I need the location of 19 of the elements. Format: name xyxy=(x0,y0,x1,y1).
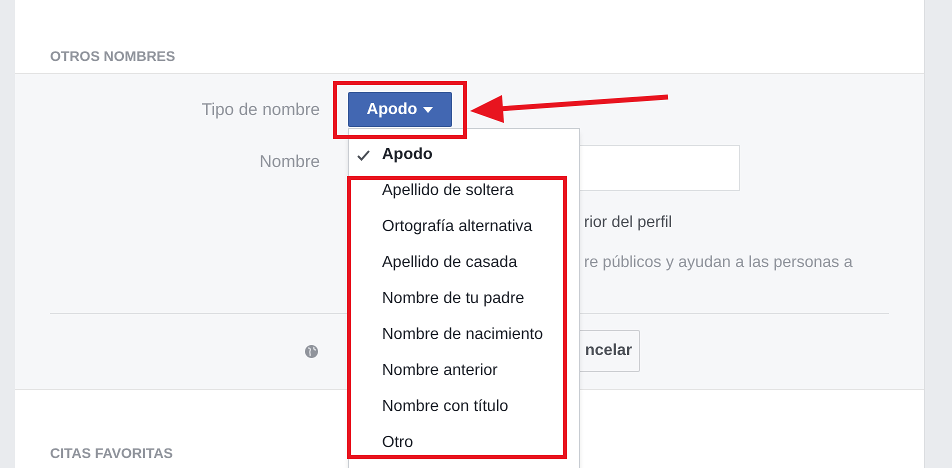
menu-item[interactable]: Apellido de casada xyxy=(382,255,518,271)
section-title: CITAS FAVORITAS xyxy=(50,445,173,461)
menu-item[interactable]: Nombre anterior xyxy=(382,363,498,379)
name-type-dropdown[interactable]: Apodo xyxy=(348,92,452,127)
section-title: OTROS NOMBRES xyxy=(50,48,176,64)
globe-icon[interactable] xyxy=(305,344,318,358)
caret-icon xyxy=(423,106,434,112)
hint-text: rior del perfil xyxy=(584,214,672,231)
field-label: Tipo de nombre xyxy=(202,100,320,118)
menu-item[interactable]: Otro xyxy=(382,435,414,451)
menu-item[interactable]: Ortografía alternativa xyxy=(382,219,532,235)
arrow-icon xyxy=(470,92,670,126)
field-label: Nombre xyxy=(260,152,320,171)
menu-item[interactable]: Nombre de tu padre xyxy=(382,291,524,307)
menu-item[interactable]: Apellido de soltera xyxy=(382,183,514,199)
menu-item[interactable]: Nombre con título xyxy=(382,399,508,415)
menu-item[interactable]: Apodo xyxy=(382,147,433,163)
menu-item[interactable]: Nombre de nacimiento xyxy=(382,327,543,343)
hint-text: re públicos y ayudan a las personas a xyxy=(584,254,853,271)
